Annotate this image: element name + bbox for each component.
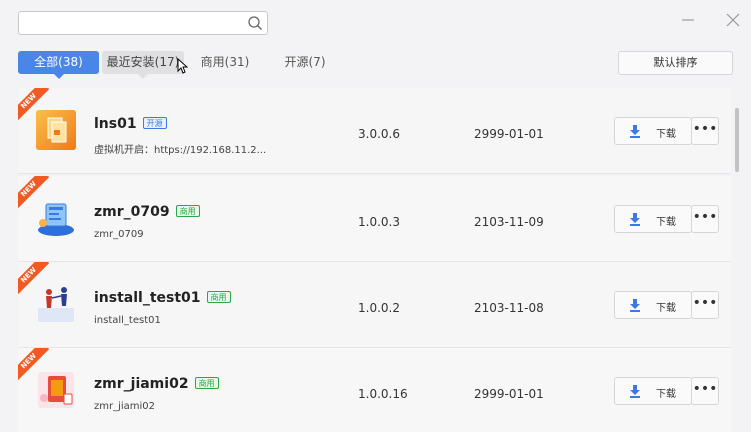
app-row: NEW zmr_jiami02 商用 zmr_jiami02 1.0.0.16 2…: [18, 348, 731, 432]
app-date: 2999-01-01: [474, 127, 544, 141]
app-date: 2103-11-08: [474, 301, 544, 315]
mouse-cursor-icon: [177, 58, 188, 74]
more-options-button[interactable]: •••: [691, 291, 719, 319]
search-box[interactable]: [18, 11, 268, 35]
license-badge-commercial: 商用: [206, 291, 231, 303]
tab-recent-install[interactable]: 最近安装(17): [102, 51, 184, 79]
more-options-button[interactable]: •••: [691, 377, 719, 405]
license-badge-commercial: 商用: [175, 205, 200, 217]
app-version: 1.0.0.16: [358, 387, 408, 401]
app-description: zmr_0709: [94, 229, 144, 240]
download-button[interactable]: 下载: [614, 377, 692, 405]
license-badge-open-source: 开源: [142, 117, 167, 129]
download-button[interactable]: 下载: [614, 205, 692, 233]
sort-button[interactable]: 默认排序: [618, 51, 733, 75]
app-description: 虚拟机开启：https://192.168.11.2...: [94, 145, 267, 156]
download-arrow-icon: [630, 299, 640, 312]
close-icon[interactable]: [723, 10, 743, 30]
app-row: NEW zmr_0709 商用 zmr_0709 1.0.0.3 2103-11-…: [18, 176, 731, 262]
search-input[interactable]: [19, 12, 239, 34]
tab-open-source[interactable]: 开源(7): [274, 51, 336, 74]
app-name: install_test01 商用: [94, 290, 231, 306]
app-name: zmr_jiami02 商用: [94, 376, 219, 392]
app-icon-lns01: [36, 110, 76, 150]
app-icon-install-test01: [38, 287, 74, 322]
download-arrow-icon: [630, 213, 640, 226]
license-badge-commercial: 商用: [194, 377, 219, 389]
tab-commercial[interactable]: 商用(31): [190, 51, 260, 74]
app-date: 2103-11-09: [474, 215, 544, 229]
app-icon-zmr-jiami02: [38, 372, 74, 408]
search-icon[interactable]: [247, 15, 263, 31]
app-version: 1.0.0.2: [358, 301, 400, 315]
app-icon-zmr-0709: [38, 203, 74, 236]
vertical-scrollbar[interactable]: [735, 108, 739, 172]
app-list: NEW lns01 开源 虚拟机开启：https://192.168.11.2..…: [18, 88, 731, 432]
minimize-icon[interactable]: [678, 10, 698, 30]
more-options-button[interactable]: •••: [691, 205, 719, 233]
download-arrow-icon: [630, 125, 640, 138]
app-row: NEW install_test01 商用 install_test01 1.0.…: [18, 262, 731, 348]
tab-all[interactable]: 全部(38): [18, 51, 99, 79]
download-arrow-icon: [630, 385, 640, 398]
app-description: zmr_jiami02: [94, 401, 156, 412]
download-button[interactable]: 下载: [614, 117, 692, 145]
app-name: lns01 开源: [94, 116, 167, 132]
more-options-button[interactable]: •••: [691, 117, 719, 145]
app-version: 3.0.0.6: [358, 127, 400, 141]
app-description: install_test01: [94, 315, 161, 326]
app-date: 2999-01-01: [474, 387, 544, 401]
app-name: zmr_0709 商用: [94, 204, 200, 220]
app-row: NEW lns01 开源 虚拟机开启：https://192.168.11.2..…: [18, 88, 731, 174]
download-button[interactable]: 下载: [614, 291, 692, 319]
app-version: 1.0.0.3: [358, 215, 400, 229]
